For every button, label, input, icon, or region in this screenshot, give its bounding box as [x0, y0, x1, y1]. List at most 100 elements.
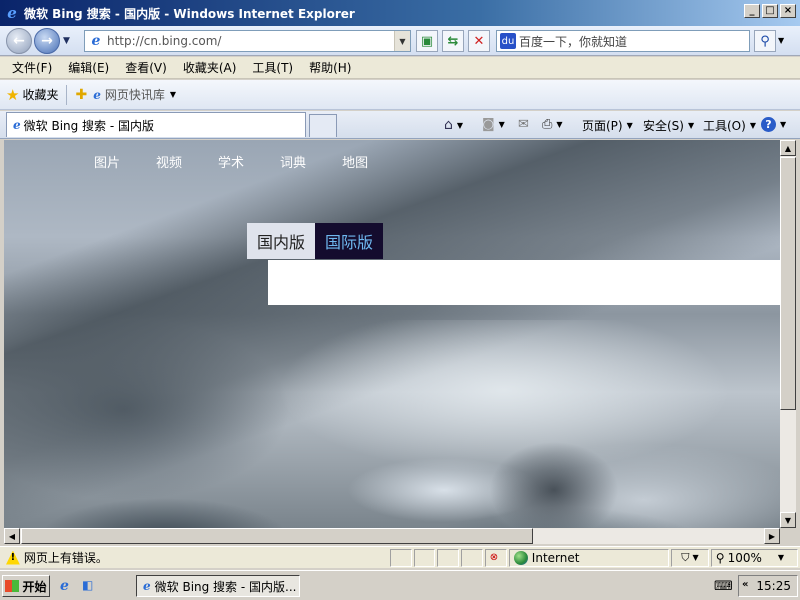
status-message[interactable]: 网页上有错误。 [24, 549, 390, 566]
warning-icon[interactable]: ! [6, 550, 20, 565]
tab-ie-icon: e [13, 118, 21, 132]
bing-search-input[interactable] [268, 260, 780, 305]
address-url[interactable]: http://cn.bing.com/ [107, 34, 221, 48]
menu-file[interactable]: 文件(F) [4, 59, 60, 76]
forward-button[interactable]: → [34, 28, 60, 54]
status-cell-3 [437, 548, 460, 567]
bing-nav-dictionary[interactable]: 词典 [280, 152, 306, 171]
mail-icon: ✉ [518, 117, 529, 132]
refresh-button[interactable]: ⇆ [442, 30, 464, 52]
tray-expand-icon[interactable]: « [742, 579, 748, 590]
tab-command-bar: e 微软 Bing 搜索 - 国内版 ⌂ ▼ ◙ ▼ ✉ ⎙ ▼ 页面(P) ▼… [0, 111, 800, 139]
menu-favorites[interactable]: 收藏夹(A) [175, 59, 245, 76]
security-zone[interactable]: Internet [508, 548, 670, 567]
tools-dropdown-icon: ▼ [749, 121, 756, 130]
magnifier-icon: ⚲ [760, 33, 770, 49]
protected-mode-button[interactable]: ⛉ ▼ [671, 548, 709, 567]
quicklaunch-ie-icon[interactable]: e [60, 578, 76, 594]
search-input[interactable]: 百度一下，你就知道 [519, 33, 627, 50]
compatibility-view-button[interactable]: ▣ [416, 30, 438, 52]
favorites-star-icon[interactable]: ★ [6, 86, 19, 104]
scroll-right-button[interactable]: ▶ [764, 528, 780, 544]
safety-menu-button[interactable]: 安全(S) ▼ [643, 117, 694, 134]
keyboard-icon[interactable]: ⌨ [714, 579, 733, 594]
feeds-button[interactable]: ◙ ▼ [482, 117, 505, 132]
baidu-paw-icon: du [500, 33, 516, 49]
tab-bing[interactable]: e 微软 Bing 搜索 - 国内版 [6, 112, 306, 137]
minimize-button[interactable]: _ [744, 4, 760, 18]
search-options-dropdown-icon[interactable]: ▼ [778, 36, 784, 45]
taskbar-ie-icon: e [143, 579, 151, 593]
print-dropdown-icon[interactable]: ▼ [556, 120, 562, 129]
web-slice-gallery-link[interactable]: 网页快讯库 [105, 86, 165, 103]
page-ie-icon: e [91, 33, 101, 49]
rss-feed-icon: ◙ [482, 117, 495, 132]
help-button[interactable]: ? ▼ [761, 117, 786, 132]
search-box[interactable]: du 百度一下，你就知道 [496, 30, 750, 52]
address-bar[interactable]: e http://cn.bing.com/ ▼ [84, 30, 411, 52]
region-switcher: 国内版 国际版 [247, 223, 384, 259]
favorites-bar: ★ 收藏夹 ✚ e 网页快讯库 ▼ [0, 80, 800, 110]
address-dropdown-icon[interactable]: ▼ [394, 31, 410, 51]
scroll-down-button[interactable]: ▼ [780, 512, 796, 528]
menu-view[interactable]: 查看(V) [117, 59, 175, 76]
protected-mode-off-icon: ⊗ [489, 552, 499, 563]
horizontal-scroll-thumb[interactable] [21, 528, 533, 544]
new-tab-button[interactable] [309, 114, 337, 137]
tab-international[interactable]: 国际版 [315, 223, 384, 259]
triangle-down-icon: ▼ [784, 515, 792, 525]
web-slice-dropdown-icon[interactable]: ▼ [170, 90, 176, 99]
web-slice-ie-icon: e [93, 87, 101, 102]
zoom-dropdown-icon: ▼ [777, 553, 785, 562]
menu-edit[interactable]: 编辑(E) [60, 59, 117, 76]
print-button[interactable]: ⎙ ▼ [542, 117, 563, 132]
window-controls: _ □ × [744, 4, 796, 18]
triangle-right-icon: ▶ [768, 531, 776, 541]
home-button[interactable]: ⌂ ▼ [444, 117, 463, 133]
favorites-button[interactable]: 收藏夹 [22, 86, 58, 103]
taskbar-ie-window[interactable]: e 微软 Bing 搜索 - 国内版... [136, 575, 300, 597]
bing-top-nav: 图片 视频 学术 词典 地图 [94, 152, 368, 171]
vertical-scrollbar[interactable]: ▲ ▼ [780, 140, 796, 528]
tools-menu-button[interactable]: 工具(O) ▼ [703, 117, 756, 134]
maximize-button[interactable]: □ [762, 4, 778, 18]
add-to-favorites-bar-icon[interactable]: ✚ [75, 87, 87, 103]
zoom-control[interactable]: ⚲ 100% ▼ [710, 548, 798, 567]
protected-mode-cell[interactable]: ⊗ [485, 548, 507, 567]
vertical-scroll-thumb[interactable] [780, 157, 796, 410]
page-dropdown-icon: ▼ [626, 121, 633, 130]
stop-button[interactable]: ✕ [468, 30, 490, 52]
quicklaunch-desktop-icon[interactable]: ◧ [82, 578, 98, 594]
menu-help[interactable]: 帮助(H) [301, 59, 359, 76]
page-menu-button[interactable]: 页面(P) ▼ [582, 117, 633, 134]
start-button[interactable]: 开始 [2, 575, 50, 597]
menu-tools[interactable]: 工具(T) [244, 59, 301, 76]
bing-nav-images[interactable]: 图片 [94, 152, 120, 171]
home-dropdown-icon[interactable]: ▼ [457, 121, 463, 130]
horizontal-scrollbar[interactable]: ◀ ▶ [4, 528, 780, 544]
bing-nav-videos[interactable]: 视频 [156, 152, 182, 171]
favorites-separator [66, 84, 68, 105]
compat-page-icon: ▣ [420, 33, 434, 49]
search-button[interactable]: ⚲ [754, 30, 776, 52]
window-titlebar[interactable]: e 微软 Bing 搜索 - 国内版 - Windows Internet Ex… [0, 0, 800, 26]
close-button[interactable]: × [780, 4, 796, 18]
triangle-left-icon: ◀ [8, 531, 16, 541]
help-dropdown-icon[interactable]: ▼ [780, 120, 786, 129]
zone-label: Internet [531, 550, 580, 565]
refresh-icon: ⇆ [447, 33, 459, 49]
read-mail-button[interactable]: ✉ [518, 117, 529, 132]
status-cell-4 [461, 548, 484, 567]
scroll-up-button[interactable]: ▲ [780, 140, 796, 156]
bing-nav-maps[interactable]: 地图 [342, 152, 368, 171]
window-frame-right [796, 140, 800, 544]
back-button[interactable]: ← [6, 28, 32, 54]
tab-domestic[interactable]: 国内版 [247, 223, 316, 259]
stop-x-icon: ✕ [473, 33, 485, 49]
clock[interactable]: 15:25 [756, 579, 791, 593]
bing-nav-academic[interactable]: 学术 [218, 152, 244, 171]
tools-menu-label: 工具(O) [703, 119, 746, 133]
scroll-left-button[interactable]: ◀ [4, 528, 20, 544]
feeds-dropdown-icon[interactable]: ▼ [499, 120, 505, 129]
history-dropdown-icon[interactable]: ▼ [63, 36, 70, 46]
